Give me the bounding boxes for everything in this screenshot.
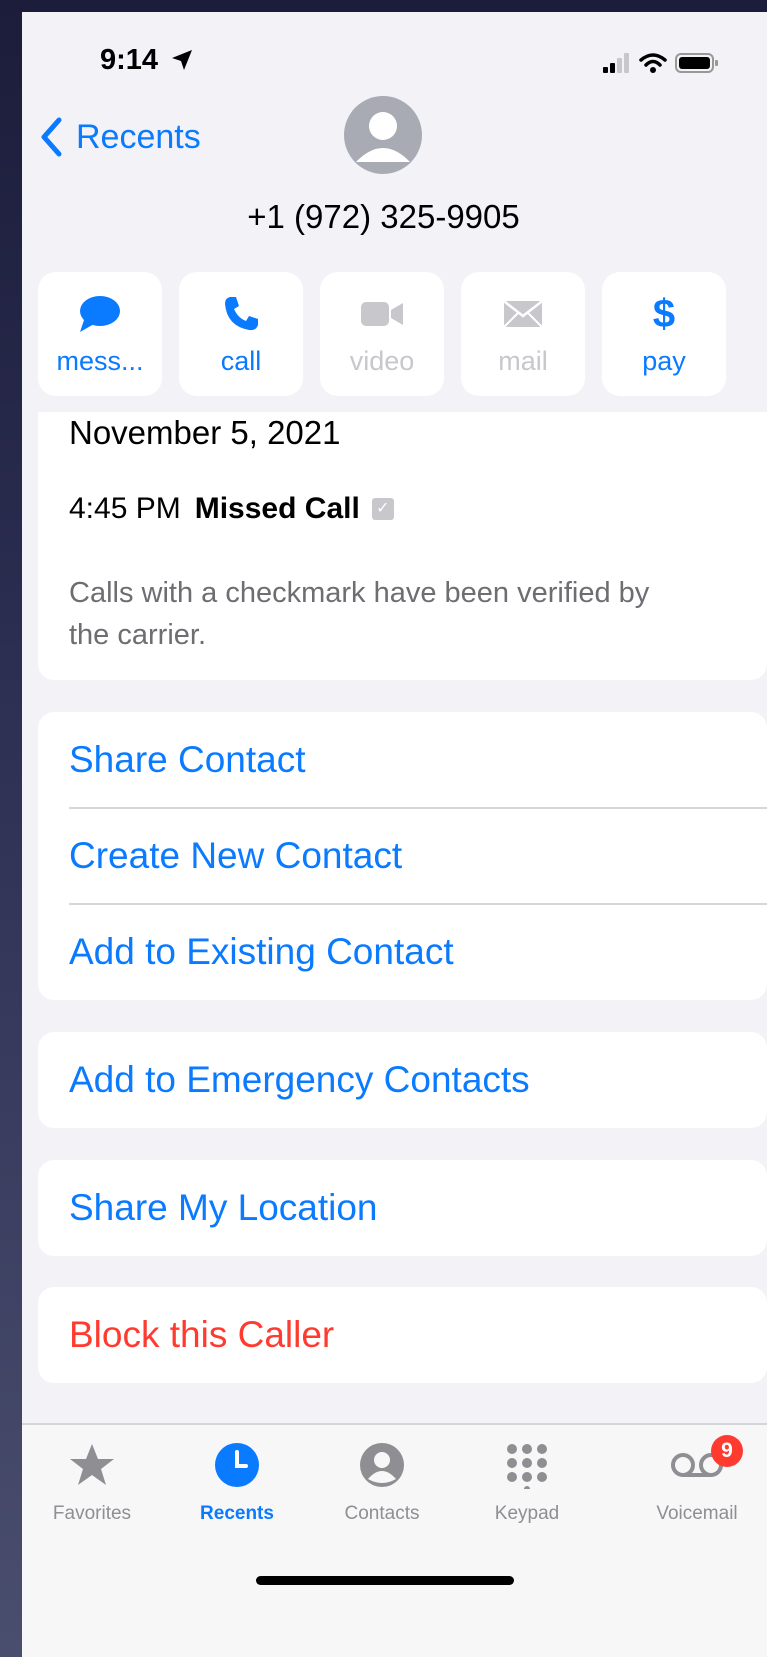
share-contact-row[interactable]: Share Contact	[69, 712, 767, 808]
tab-keypad[interactable]: Keypad	[457, 1437, 597, 1525]
video-button[interactable]: video	[320, 272, 444, 396]
history-entry: 4:45 PM Missed Call ✓	[69, 492, 394, 526]
tab-bar: Favorites Recents Contacts Keypad Voicem…	[22, 1423, 767, 1657]
location-group: Share My Location	[38, 1160, 767, 1256]
keypad-icon	[507, 1444, 547, 1489]
tab-contacts-label: Contacts	[344, 1503, 420, 1524]
home-indicator[interactable]	[256, 1576, 514, 1585]
history-date: November 5, 2021	[69, 414, 341, 451]
status-icons	[603, 52, 719, 74]
message-button-label: mess...	[56, 346, 144, 376]
signal-icon	[603, 53, 629, 73]
contact-phone-number: +1 (972) 325-9905	[247, 198, 520, 235]
block-group: Block this Caller	[38, 1287, 767, 1383]
person-circle-icon	[360, 1443, 404, 1487]
tab-recents-label: Recents	[200, 1503, 274, 1524]
status-time: 9:14	[100, 44, 159, 76]
contact-actions-group: Share Contact Create New Contact Add to …	[38, 712, 767, 1000]
pay-button-label: pay	[642, 346, 686, 376]
tab-favorites-label: Favorites	[52, 1503, 132, 1524]
add-to-emergency-contacts-row[interactable]: Add to Emergency Contacts	[69, 1032, 767, 1128]
location-arrow-icon	[172, 50, 192, 70]
star-icon	[70, 1444, 114, 1485]
envelope-icon	[504, 301, 542, 327]
message-button[interactable]: mess...	[38, 272, 162, 396]
call-history-card: November 5, 2021 4:45 PM Missed Call ✓ C…	[38, 412, 767, 680]
video-camera-icon	[361, 302, 403, 326]
call-button-label: call	[220, 346, 262, 376]
history-time: 4:45 PM	[69, 492, 181, 525]
wifi-icon	[639, 53, 667, 73]
tab-contacts[interactable]: Contacts	[312, 1437, 452, 1525]
share-my-location-row[interactable]: Share My Location	[69, 1160, 767, 1256]
back-label: Recents	[76, 117, 201, 156]
phone-screen: 9:14 Recents +1 (972) 325-9905 mess... c…	[22, 12, 767, 1657]
verification-note: Calls with a checkmark have been verifie…	[69, 577, 650, 651]
tab-keypad-label: Keypad	[494, 1503, 560, 1524]
pay-button[interactable]: $ pay	[602, 272, 726, 396]
tab-favorites[interactable]: Favorites	[22, 1437, 162, 1525]
tab-voicemail[interactable]: Voicemail 9	[627, 1435, 767, 1525]
history-type: Missed Call	[194, 492, 360, 525]
clock-icon	[215, 1443, 259, 1487]
back-button[interactable]: Recents	[40, 117, 201, 157]
video-button-label: video	[349, 346, 415, 376]
mail-button-label: mail	[498, 346, 548, 376]
message-bubble-icon	[80, 296, 120, 332]
add-to-existing-contact-row[interactable]: Add to Existing Contact	[69, 904, 767, 1000]
avatar	[344, 96, 422, 174]
tab-voicemail-label: Voicemail	[656, 1503, 738, 1524]
verified-checkmark-icon: ✓	[371, 498, 394, 520]
block-caller-row[interactable]: Block this Caller	[69, 1287, 767, 1383]
dollar-icon: $	[652, 292, 676, 336]
call-button[interactable]: call	[179, 272, 303, 396]
person-silhouette-icon	[356, 112, 410, 162]
tab-recents[interactable]: Recents	[167, 1437, 307, 1525]
emergency-group: Add to Emergency Contacts	[38, 1032, 767, 1128]
create-new-contact-row[interactable]: Create New Contact	[69, 808, 767, 904]
voicemail-badge: 9	[711, 1435, 743, 1467]
phone-icon	[225, 297, 258, 331]
chevron-left-icon	[41, 117, 62, 157]
action-buttons: mess... call video mail $ pay	[38, 272, 726, 396]
mail-button[interactable]: mail	[461, 272, 585, 396]
status-bar: 9:14	[22, 12, 767, 102]
battery-icon	[675, 53, 718, 73]
